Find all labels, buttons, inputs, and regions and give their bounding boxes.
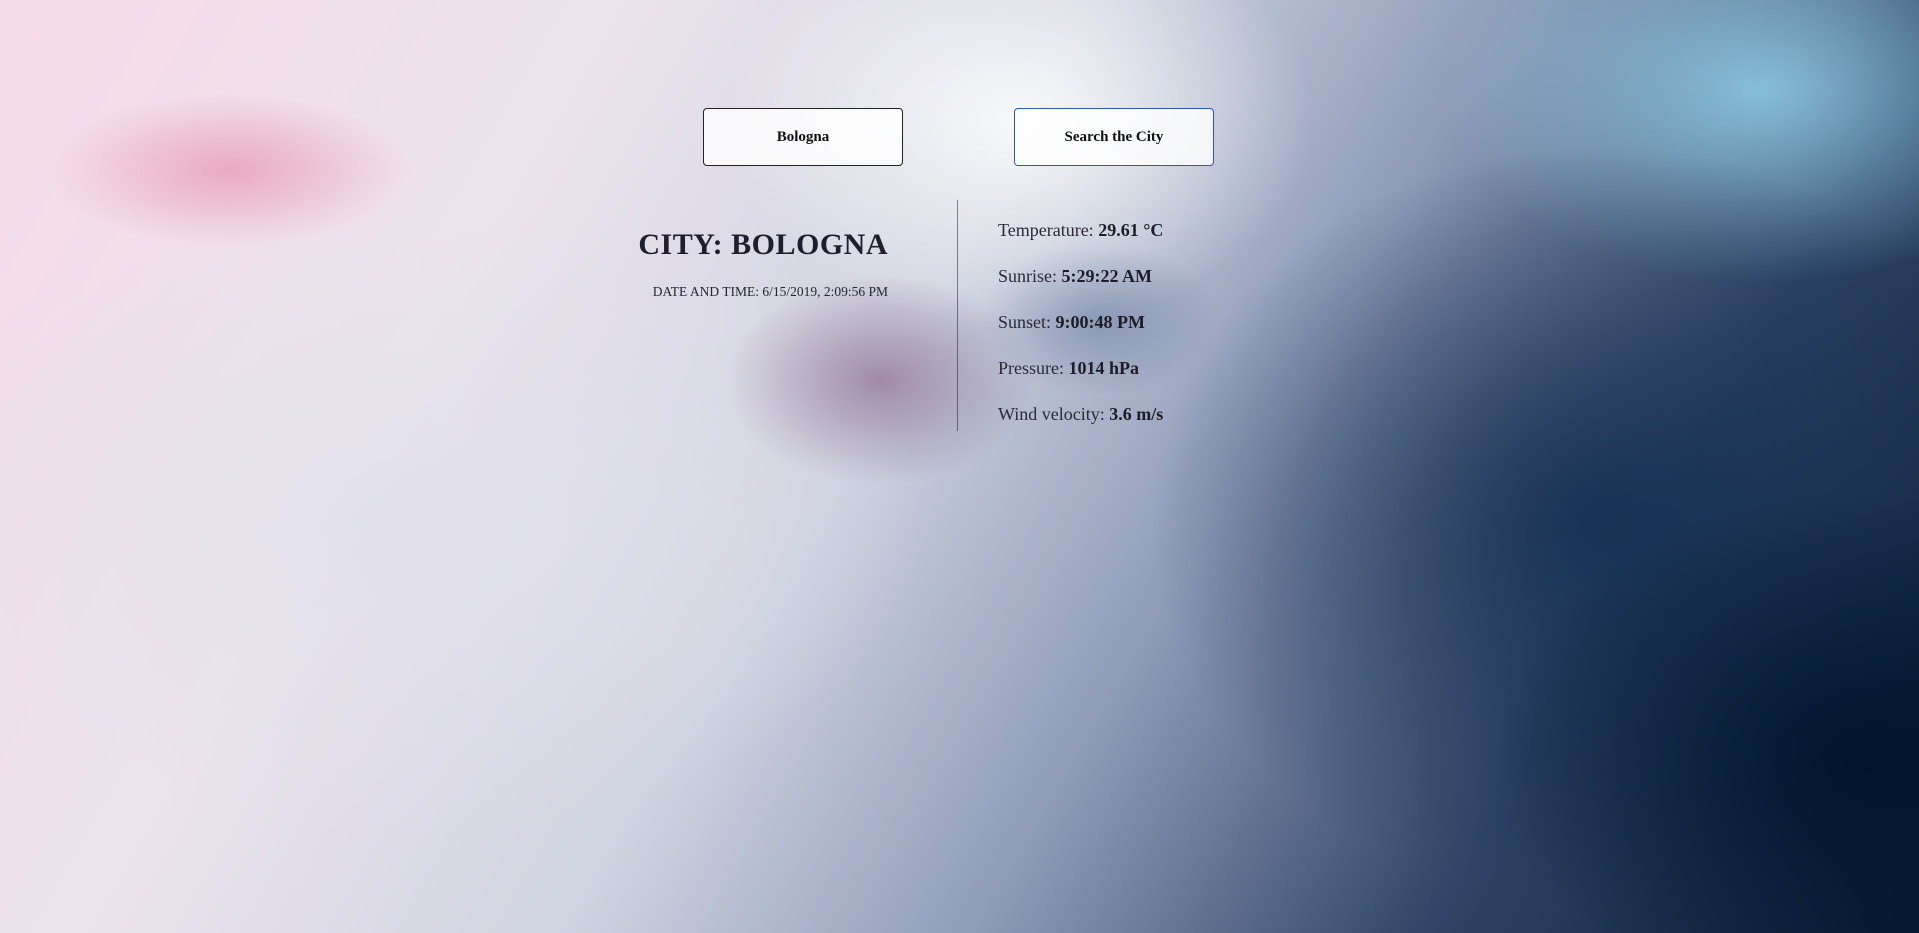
city-title: CITY: BOLOGNA [638,228,888,261]
date-time: DATE AND TIME: 6/15/2019, 2:09:56 PM [638,284,888,300]
wind-velocity-label: Wind velocity: [998,404,1105,424]
temperature-value: 29.61 °C [1098,220,1164,240]
temperature-label: Temperature: [998,220,1094,240]
sunrise-label: Sunrise: [998,266,1058,286]
sunset-value: 9:00:48 PM [1055,312,1145,332]
wind-velocity-stat: Wind velocity: 3.6 m/s [998,403,1163,425]
pressure-stat: Pressure: 1014 hPa [998,357,1163,379]
sunrise-value: 5:29:22 AM [1061,266,1152,286]
sunset-stat: Sunset: 9:00:48 PM [998,311,1163,333]
sunrise-stat: Sunrise: 5:29:22 AM [998,265,1163,287]
sunset-label: Sunset: [998,312,1052,332]
date-time-value: 6/15/2019, 2:09:56 PM [762,284,888,299]
wind-velocity-value: 3.6 m/s [1109,404,1164,424]
divider [957,200,958,431]
search-city-button[interactable]: Search the City [1014,108,1214,166]
temperature-stat: Temperature: 29.61 °C [998,219,1163,241]
search-controls: Bologna Search the City [703,108,1214,166]
date-time-label: DATE AND TIME: [652,284,759,299]
city-input[interactable]: Bologna [703,108,903,166]
pressure-label: Pressure: [998,358,1064,378]
pressure-value: 1014 hPa [1068,358,1140,378]
city-info-panel: CITY: BOLOGNA DATE AND TIME: 6/15/2019, … [638,228,888,300]
weather-stats-panel: Temperature: 29.61 °C Sunrise: 5:29:22 A… [998,219,1163,449]
